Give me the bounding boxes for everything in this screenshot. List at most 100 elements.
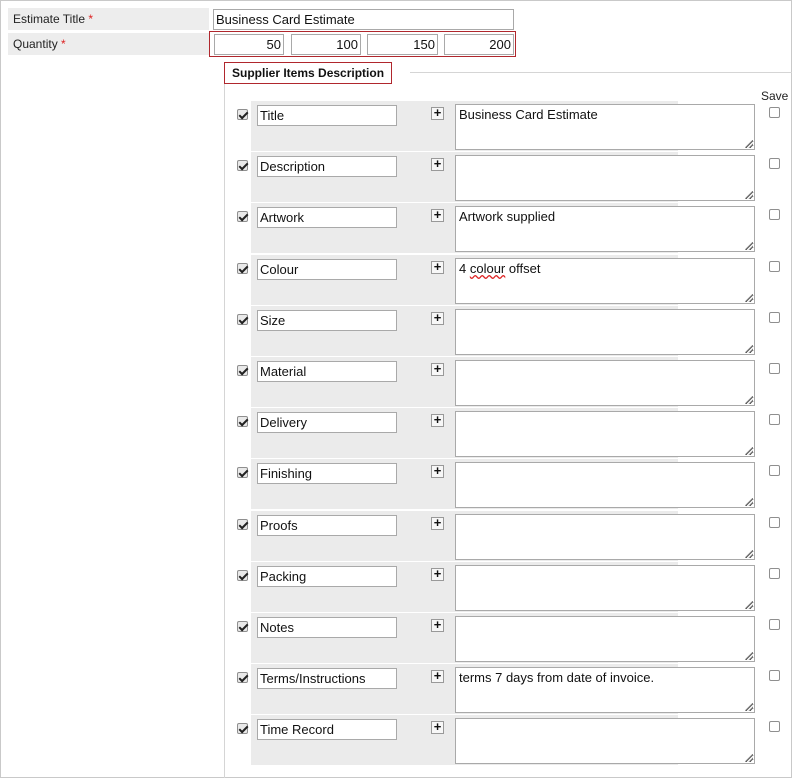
item-name-input[interactable] (257, 668, 397, 689)
item-description-textarea[interactable] (455, 718, 755, 764)
item-name-input[interactable] (257, 412, 397, 433)
item-name-input[interactable] (257, 515, 397, 536)
save-checkbox[interactable] (769, 517, 780, 528)
include-checkbox[interactable] (237, 416, 248, 427)
item-name-input[interactable] (257, 259, 397, 280)
add-item-icon[interactable]: + (431, 464, 444, 478)
supplier-item-row: + (226, 562, 792, 612)
add-item-icon[interactable]: + (431, 362, 444, 376)
add-item-icon[interactable]: + (431, 106, 444, 120)
item-name-input[interactable] (257, 719, 397, 740)
save-checkbox[interactable] (769, 158, 780, 169)
include-checkbox[interactable] (237, 211, 248, 222)
required-mark: * (61, 37, 66, 51)
estimate-title-input[interactable] (213, 9, 514, 30)
include-checkbox[interactable] (237, 519, 248, 530)
item-name-input[interactable] (257, 617, 397, 638)
resize-grip-icon[interactable] (745, 703, 753, 711)
add-item-icon[interactable]: + (431, 720, 444, 734)
item-description-textarea[interactable] (455, 360, 755, 406)
item-description-text: Business Card Estimate (459, 107, 598, 122)
item-name-input[interactable] (257, 463, 397, 484)
supplier-items-legend: Supplier Items Description (224, 62, 393, 84)
item-name-input[interactable] (257, 156, 397, 177)
include-checkbox[interactable] (237, 314, 248, 325)
resize-grip-icon[interactable] (745, 754, 753, 762)
supplier-item-row: + (226, 613, 792, 663)
quantity-input-3[interactable] (367, 34, 438, 55)
save-checkbox[interactable] (769, 414, 780, 425)
include-cell (229, 562, 249, 612)
resize-grip-icon[interactable] (745, 191, 753, 199)
quantity-input-4[interactable] (444, 34, 514, 55)
include-cell (229, 715, 249, 765)
add-item-icon[interactable]: + (431, 157, 444, 171)
resize-grip-icon[interactable] (745, 140, 753, 148)
resize-grip-icon[interactable] (745, 550, 753, 558)
item-description-text: 4 colour offset (459, 261, 540, 276)
resize-grip-icon[interactable] (745, 652, 753, 660)
add-item-icon[interactable]: + (431, 567, 444, 581)
add-item-icon[interactable]: + (431, 618, 444, 632)
item-description-textarea[interactable] (455, 309, 755, 355)
item-description-textarea[interactable]: terms 7 days from date of invoice. (455, 667, 755, 713)
item-name-input[interactable] (257, 207, 397, 228)
add-item-icon[interactable]: + (431, 311, 444, 325)
item-description-textarea[interactable] (455, 155, 755, 201)
resize-grip-icon[interactable] (745, 396, 753, 404)
add-item-icon[interactable]: + (431, 260, 444, 274)
resize-grip-icon[interactable] (745, 345, 753, 353)
add-item-icon[interactable]: + (431, 413, 444, 427)
save-checkbox[interactable] (769, 465, 780, 476)
item-description-textarea[interactable]: Business Card Estimate (455, 104, 755, 150)
include-checkbox[interactable] (237, 263, 248, 274)
include-checkbox[interactable] (237, 109, 248, 120)
save-checkbox[interactable] (769, 670, 780, 681)
include-checkbox[interactable] (237, 365, 248, 376)
estimate-title-label: Estimate Title * (8, 8, 209, 30)
item-description-textarea[interactable] (455, 514, 755, 560)
include-checkbox[interactable] (237, 723, 248, 734)
add-item-icon[interactable]: + (431, 669, 444, 683)
include-checkbox[interactable] (237, 160, 248, 171)
save-checkbox[interactable] (769, 209, 780, 220)
save-checkbox[interactable] (769, 363, 780, 374)
item-name-input[interactable] (257, 566, 397, 587)
item-name-input[interactable] (257, 361, 397, 382)
item-description-textarea[interactable] (455, 565, 755, 611)
include-cell (229, 613, 249, 663)
resize-grip-icon[interactable] (745, 294, 753, 302)
description-text-part: 4 (459, 261, 470, 276)
item-description-textarea[interactable] (455, 411, 755, 457)
item-description-textarea[interactable] (455, 616, 755, 662)
resize-grip-icon[interactable] (745, 447, 753, 455)
estimate-title-label-text: Estimate Title (13, 12, 86, 26)
resize-grip-icon[interactable] (745, 498, 753, 506)
save-checkbox[interactable] (769, 107, 780, 118)
save-checkbox[interactable] (769, 312, 780, 323)
item-description-textarea[interactable]: 4 colour offset (455, 258, 755, 304)
supplier-item-row: + Artwork supplied (226, 203, 792, 253)
include-checkbox[interactable] (237, 672, 248, 683)
supplier-item-row: + (226, 715, 792, 765)
save-checkbox[interactable] (769, 261, 780, 272)
include-cell (229, 664, 249, 714)
resize-grip-icon[interactable] (745, 242, 753, 250)
include-cell (229, 152, 249, 202)
quantity-input-2[interactable] (291, 34, 361, 55)
include-checkbox[interactable] (237, 570, 248, 581)
save-checkbox[interactable] (769, 721, 780, 732)
add-item-icon[interactable]: + (431, 516, 444, 530)
include-cell (229, 459, 249, 509)
item-name-input[interactable] (257, 310, 397, 331)
save-checkbox[interactable] (769, 619, 780, 630)
item-description-textarea[interactable] (455, 462, 755, 508)
resize-grip-icon[interactable] (745, 601, 753, 609)
include-checkbox[interactable] (237, 467, 248, 478)
item-name-input[interactable] (257, 105, 397, 126)
quantity-input-1[interactable] (214, 34, 284, 55)
add-item-icon[interactable]: + (431, 208, 444, 222)
save-checkbox[interactable] (769, 568, 780, 579)
include-checkbox[interactable] (237, 621, 248, 632)
item-description-textarea[interactable]: Artwork supplied (455, 206, 755, 252)
